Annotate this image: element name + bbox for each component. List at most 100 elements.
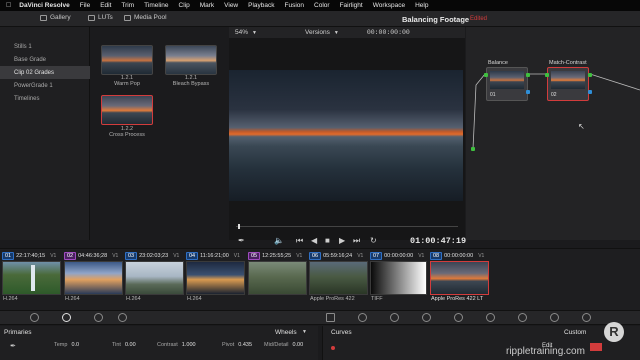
node-output-dot[interactable] [526, 73, 530, 77]
warper-icon[interactable] [358, 313, 367, 322]
camera-raw-icon[interactable] [30, 313, 39, 322]
clip-codec: TIFF [371, 296, 383, 302]
field-value[interactable]: 0.00 [292, 342, 303, 348]
node-key-dot[interactable] [588, 90, 592, 94]
wheels-mode-dropdown[interactable]: Wheels [275, 329, 297, 336]
luts-tab[interactable]: LUTs [88, 14, 113, 21]
menu-fusion[interactable]: Fusion [285, 2, 305, 9]
clip-thumbnail[interactable] [186, 261, 245, 295]
curves-icon[interactable] [326, 313, 335, 322]
clip-timecode: 12:25:55;25 [262, 253, 292, 259]
3d-icon[interactable] [582, 313, 591, 322]
audio-icon[interactable]: 🔈 [274, 236, 284, 245]
chevron-down-icon[interactable]: ▼ [302, 329, 307, 335]
gallery-tab[interactable]: Gallery [40, 14, 71, 21]
node-input-dot[interactable] [545, 73, 549, 77]
clip-timecode: 00:00:00:00 [444, 253, 474, 259]
clip-track: V1 [478, 253, 485, 259]
node-connections [472, 73, 640, 150]
album-powergrade-1[interactable]: PowerGrade 1 [0, 79, 90, 92]
album-stills-1[interactable]: Stills 1 [0, 40, 90, 53]
node-input-dot[interactable] [484, 73, 488, 77]
ripple-logo: R [604, 322, 624, 342]
contrast-field[interactable]: Contrast 1.000 [157, 342, 196, 348]
window-icon[interactable] [422, 313, 431, 322]
clip-thumbnail[interactable] [2, 261, 61, 295]
clip-thumbnail[interactable] [125, 261, 184, 295]
menu-file[interactable]: File [80, 2, 90, 9]
node-match-contrast[interactable]: 02 [547, 67, 589, 101]
source-input-dot[interactable] [471, 147, 475, 151]
stop-icon[interactable]: ■ [325, 236, 330, 245]
media-pool-tab[interactable]: Media Pool [124, 14, 167, 21]
loop-icon[interactable]: ↻ [370, 236, 377, 245]
qualifier-icon[interactable] [390, 313, 399, 322]
rgb-mixer-icon[interactable] [118, 313, 127, 322]
clip-thumbnail-selected[interactable] [430, 261, 489, 295]
field-value[interactable]: 0.0 [71, 342, 79, 348]
album-clip-02-grades[interactable]: Clip 02 Grades [0, 66, 90, 79]
menu-help[interactable]: Help [415, 2, 428, 9]
blur-icon[interactable] [486, 313, 495, 322]
mid-detail-field[interactable]: Mid/Detail 0.00 [264, 342, 303, 348]
field-value[interactable]: 1.000 [182, 342, 196, 348]
field-value[interactable]: 0.435 [238, 342, 252, 348]
clip-track: V1 [357, 253, 364, 259]
menu-color[interactable]: Color [314, 2, 330, 9]
field-value[interactable]: 0.00 [125, 342, 136, 348]
menu-fairlight[interactable]: Fairlight [340, 2, 363, 9]
versions-dropdown[interactable]: Versions [305, 29, 330, 36]
menu-mark[interactable]: Mark [200, 2, 214, 9]
playhead[interactable] [238, 224, 240, 229]
sizing-icon[interactable] [550, 313, 559, 322]
play-reverse-icon[interactable]: ◀ [311, 236, 317, 245]
clip-thumbnail[interactable] [370, 261, 427, 295]
clip-header: 04 11:16:21;00 V1 [186, 252, 240, 260]
node-key-dot[interactable] [526, 90, 530, 94]
scrub-bar[interactable] [236, 226, 458, 227]
album-base-grade[interactable]: Base Grade [0, 53, 90, 66]
red-channel-button[interactable] [590, 343, 602, 351]
clip-header: 08 00:00:00:00 V1 [430, 252, 484, 260]
menu-trim[interactable]: Trim [121, 2, 134, 9]
node-output-dot[interactable] [588, 73, 592, 77]
key-icon[interactable] [518, 313, 527, 322]
custom-mode-dropdown[interactable]: Custom [564, 329, 586, 336]
temp-field[interactable]: Temp 0.0 [54, 342, 79, 348]
menu-playback[interactable]: Playback [248, 2, 274, 9]
eyedropper-icon[interactable]: ✒ [10, 342, 16, 350]
still-thumbnail-selected[interactable] [101, 95, 153, 125]
node-balance[interactable]: 01 [486, 67, 528, 101]
menu-timeline[interactable]: Timeline [144, 2, 168, 9]
menu-workspace[interactable]: Workspace [373, 2, 405, 9]
clip-thumbnail[interactable] [64, 261, 123, 295]
media-pool-label: Media Pool [134, 14, 167, 21]
play-icon[interactable]: ▶ [339, 236, 345, 245]
clip-codec: H.264 [65, 296, 80, 302]
tracker-icon[interactable] [454, 313, 463, 322]
clip-thumbnail[interactable] [309, 261, 368, 295]
zoom-level[interactable]: 54% [235, 29, 248, 36]
still-thumbnail[interactable] [165, 45, 217, 75]
album-timelines[interactable]: Timelines [0, 92, 90, 105]
video-frame[interactable] [229, 70, 463, 201]
chevron-down-icon[interactable]: ▼ [252, 30, 257, 36]
skip-back-icon[interactable]: ⏮ [296, 236, 303, 246]
clip-header: 06 05:59:16;24 V1 [309, 252, 363, 260]
clip-thumbnail[interactable] [248, 261, 307, 295]
eyedropper-icon[interactable]: ✒ [238, 236, 245, 245]
menu-view[interactable]: View [224, 2, 238, 9]
hdr-icon[interactable] [94, 313, 103, 322]
menu-edit[interactable]: Edit [100, 2, 111, 9]
chevron-down-icon[interactable]: ▼ [334, 30, 339, 36]
skip-forward-icon[interactable]: ⏭ [353, 236, 360, 246]
tint-field[interactable]: Tint 0.00 [112, 342, 136, 348]
still-thumbnail[interactable] [101, 45, 153, 75]
menu-clip[interactable]: Clip [179, 2, 190, 9]
menu-app-name[interactable]: DaVinci Resolve [19, 2, 69, 9]
pivot-field[interactable]: Pivot 0.435 [222, 342, 252, 348]
curve-point[interactable] [331, 346, 335, 350]
color-wheels-icon[interactable] [62, 313, 71, 322]
clip-track: V1 [296, 253, 303, 259]
apple-icon[interactable]:  [6, 2, 11, 9]
